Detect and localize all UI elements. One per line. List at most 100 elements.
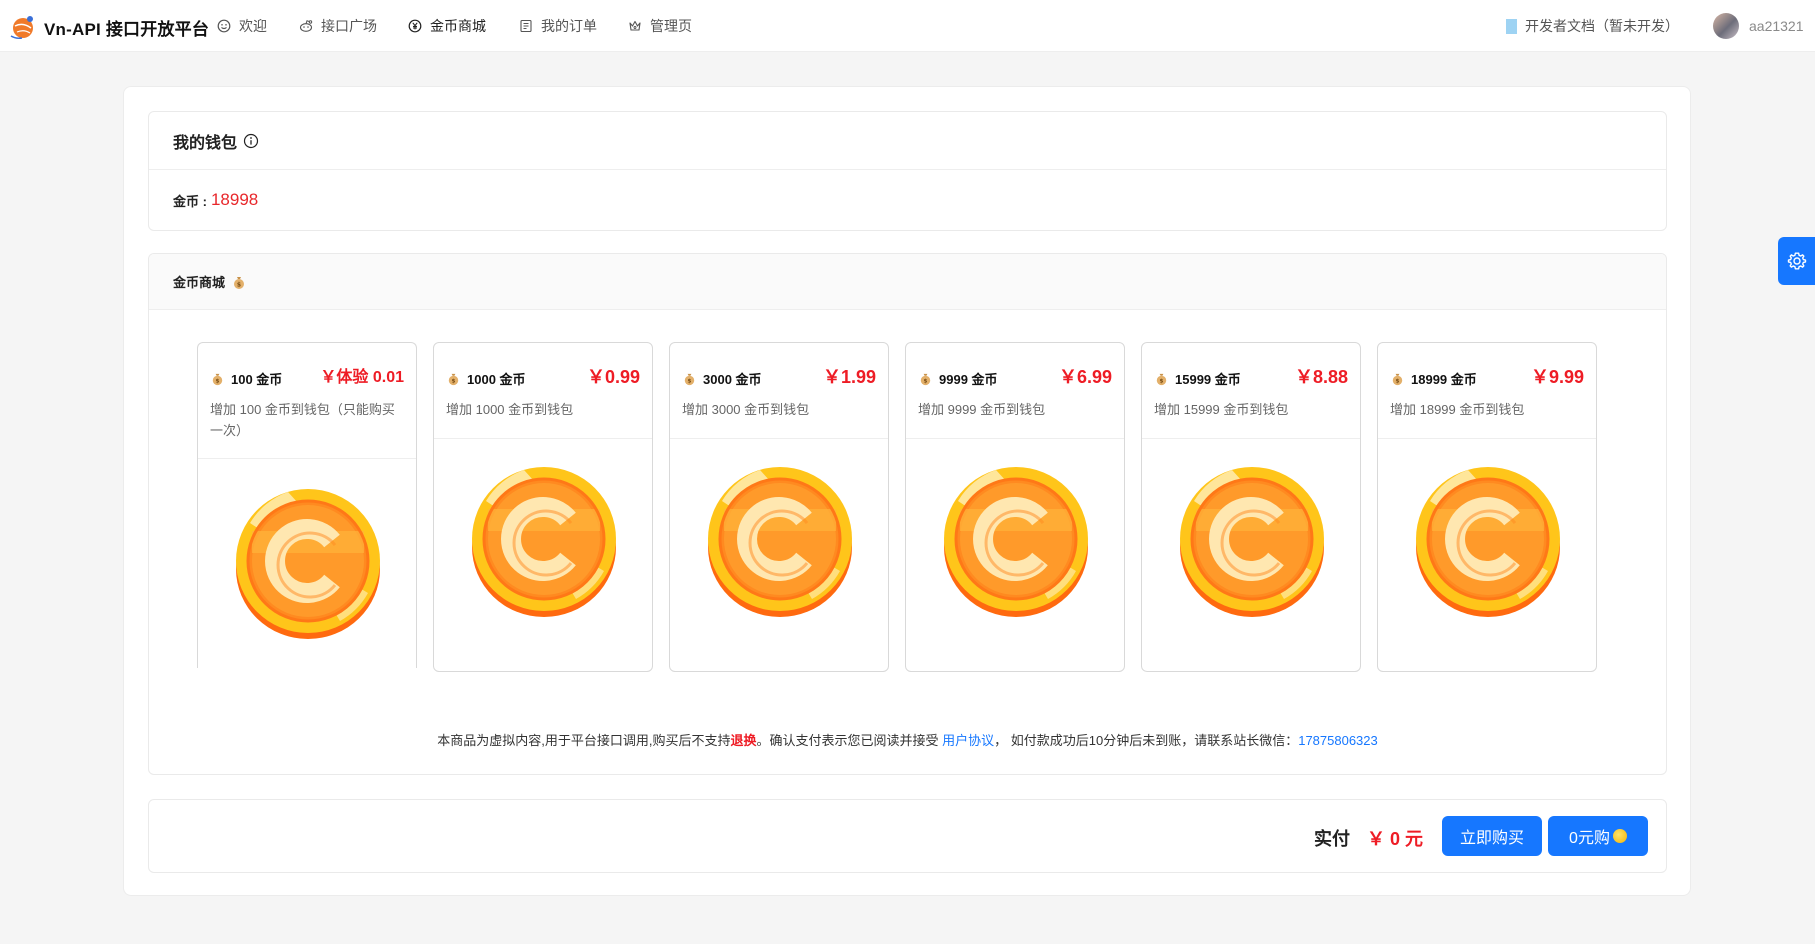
gold-coin-icon <box>708 467 852 617</box>
nav-item-coin-mall[interactable]: 金币商城 <box>408 16 486 36</box>
logo-icon <box>10 16 33 40</box>
gold-coin-icon <box>236 489 380 639</box>
coin-shop-card: 金币商城 $ $ 100 金币 ￥体验 0.01 增加 100 金币到钱包（只能… <box>148 253 1667 775</box>
product-name: $ 3000 金币 <box>682 369 762 388</box>
wallet-card: 我的钱包 金币 : 18998 <box>148 111 1667 231</box>
product-price: ￥9.99 <box>1530 367 1584 387</box>
product-list: $ 100 金币 ￥体验 0.01 增加 100 金币到钱包（只能购买一次） $… <box>149 342 1666 682</box>
order-list-icon <box>519 19 533 33</box>
pay-label: 实付 <box>1314 829 1350 849</box>
coin-balance-value: 18998 <box>210 190 259 209</box>
avatar <box>1713 13 1739 39</box>
product-price: ￥6.99 <box>1058 367 1112 387</box>
brand[interactable]: Vn-API 接口开放平台 <box>8 12 209 42</box>
app-title: Vn-API 接口开放平台 <box>44 19 210 39</box>
product-card-15999[interactable]: $ 15999 金币 ￥8.88 增加 15999 金币到钱包 <box>1141 342 1361 672</box>
pay-amount: ￥ 0 元 <box>1367 829 1424 849</box>
user-agreement-link[interactable]: 用户协议 <box>942 733 994 748</box>
product-card-3000[interactable]: $ 3000 金币 ￥1.99 增加 3000 金币到钱包 <box>669 342 889 672</box>
svg-text:$: $ <box>1160 379 1164 385</box>
product-name: $ 1000 金币 <box>446 369 526 388</box>
zero-yuan-label: 0元购 <box>1569 830 1610 847</box>
svg-text:$: $ <box>216 379 220 385</box>
main-content: 我的钱包 金币 : 18998 金币商城 $ $ 100 金币 ￥体验 0.01… <box>123 86 1691 896</box>
product-name: $ 15999 金币 <box>1154 369 1241 388</box>
product-card-1000[interactable]: $ 1000 金币 ￥0.99 增加 1000 金币到钱包 <box>433 342 653 672</box>
nav-label: 接口广场 <box>321 18 377 34</box>
svg-text:$: $ <box>924 379 928 385</box>
product-description: 增加 1000 金币到钱包 <box>446 402 574 417</box>
coin-shop-title: 金币商城 <box>173 275 226 290</box>
product-description: 增加 15999 金币到钱包 <box>1154 402 1289 417</box>
product-name-text: 9999 金币 <box>939 372 998 387</box>
money-bag-icon: $ <box>212 373 223 386</box>
product-name: $ 18999 金币 <box>1390 369 1477 388</box>
product-price: ￥0.99 <box>586 367 640 387</box>
svg-text:$: $ <box>237 281 241 288</box>
username: aa21321 <box>1749 18 1804 34</box>
info-icon[interactable] <box>243 133 259 149</box>
nav-item-welcome[interactable]: 欢迎 <box>217 16 267 36</box>
nav-item-my-orders[interactable]: 我的订单 <box>519 16 597 36</box>
svg-text:$: $ <box>1396 379 1400 385</box>
product-description: 增加 100 金币到钱包（只能购买一次） <box>210 402 395 438</box>
product-card-header: $ 100 金币 ￥体验 0.01 增加 100 金币到钱包（只能购买一次） <box>198 343 416 459</box>
product-name: $ 100 金币 <box>210 369 282 388</box>
notice-text: 。确认支付表示您已阅读并接受 <box>756 733 943 748</box>
product-card-100[interactable]: $ 100 金币 ￥体验 0.01 增加 100 金币到钱包（只能购买一次） <box>197 342 417 668</box>
top-navbar: Vn-API 接口开放平台 欢迎 接口广场 金币商城 我的订单 管理页 开发者文… <box>0 0 1815 52</box>
product-price: ￥8.88 <box>1294 367 1348 387</box>
product-name-text: 3000 金币 <box>703 372 762 387</box>
money-bag-icon: $ <box>684 373 695 386</box>
wechat-contact[interactable]: 17875806323 <box>1298 733 1378 748</box>
notice-text: ， 如付款成功后10分钟后未到账，请联系站长微信： <box>994 733 1299 748</box>
product-price: ￥体验 0.01 <box>320 369 404 386</box>
product-card-header: $ 1000 金币 ￥0.99 增加 1000 金币到钱包 <box>434 343 652 439</box>
money-bag-icon: $ <box>234 276 245 289</box>
product-name-text: 100 金币 <box>231 372 283 387</box>
crown-icon <box>628 19 642 33</box>
user-menu[interactable]: aa21321 <box>1713 13 1804 39</box>
product-card-9999[interactable]: $ 9999 金币 ￥6.99 增加 9999 金币到钱包 <box>905 342 1125 672</box>
notice-no-refund: 退换 <box>730 733 757 748</box>
product-description: 增加 3000 金币到钱包 <box>682 402 810 417</box>
buy-now-button[interactable]: 立即购买 <box>1442 816 1542 856</box>
book-icon <box>1506 18 1517 34</box>
reddit-icon <box>299 19 313 33</box>
nav-item-admin[interactable]: 管理页 <box>628 16 692 36</box>
nav-item-api-square[interactable]: 接口广场 <box>299 16 377 36</box>
buy-now-label: 立即购买 <box>1459 830 1524 847</box>
svg-text:$: $ <box>452 379 456 385</box>
money-bag-icon: $ <box>1156 373 1167 386</box>
product-description: 增加 9999 金币到钱包 <box>918 402 1046 417</box>
gear-icon <box>1787 252 1806 270</box>
wallet-header: 我的钱包 <box>149 112 1666 170</box>
product-card-18999[interactable]: $ 18999 金币 ￥9.99 增加 18999 金币到钱包 <box>1377 342 1597 672</box>
doc-link-label: 开发者文档（暂未开发） <box>1525 18 1679 34</box>
gold-coin-icon <box>472 467 616 617</box>
developer-docs-link[interactable]: 开发者文档（暂未开发） <box>1506 16 1679 36</box>
money-bag-icon: $ <box>920 373 931 386</box>
svg-text:$: $ <box>688 379 692 385</box>
settings-drawer-button[interactable] <box>1778 237 1815 285</box>
product-name: $ 9999 金币 <box>918 369 998 388</box>
coin-balance-label: 金币 : <box>173 193 207 209</box>
yuan-circle-icon <box>408 19 422 33</box>
payment-bar: 实付 ￥ 0 元 立即购买 0元购 <box>148 799 1667 873</box>
nav-label: 金币商城 <box>430 18 486 34</box>
zero-yuan-buy-button[interactable]: 0元购 <box>1548 816 1648 856</box>
product-card-header: $ 15999 金币 ￥8.88 增加 15999 金币到钱包 <box>1142 343 1360 439</box>
notice-text: 本商品为虚拟内容,用于平台接口调用,购买后不支持 <box>437 733 731 748</box>
nav-label: 管理页 <box>650 18 692 34</box>
product-name-text: 18999 金币 <box>1411 372 1477 387</box>
coin-emoji-icon <box>1612 829 1627 843</box>
product-name-text: 1000 金币 <box>467 372 526 387</box>
smile-icon <box>217 19 231 33</box>
nav-label: 欢迎 <box>239 18 267 34</box>
money-bag-icon: $ <box>448 373 459 386</box>
purchase-notice: 本商品为虚拟内容,用于平台接口调用,购买后不支持退换。确认支付表示您已阅读并接受… <box>149 730 1666 749</box>
gold-coin-icon <box>944 467 1088 617</box>
product-description: 增加 18999 金币到钱包 <box>1390 402 1525 417</box>
product-card-header: $ 9999 金币 ￥6.99 增加 9999 金币到钱包 <box>906 343 1124 439</box>
wallet-title: 我的钱包 <box>173 134 238 152</box>
